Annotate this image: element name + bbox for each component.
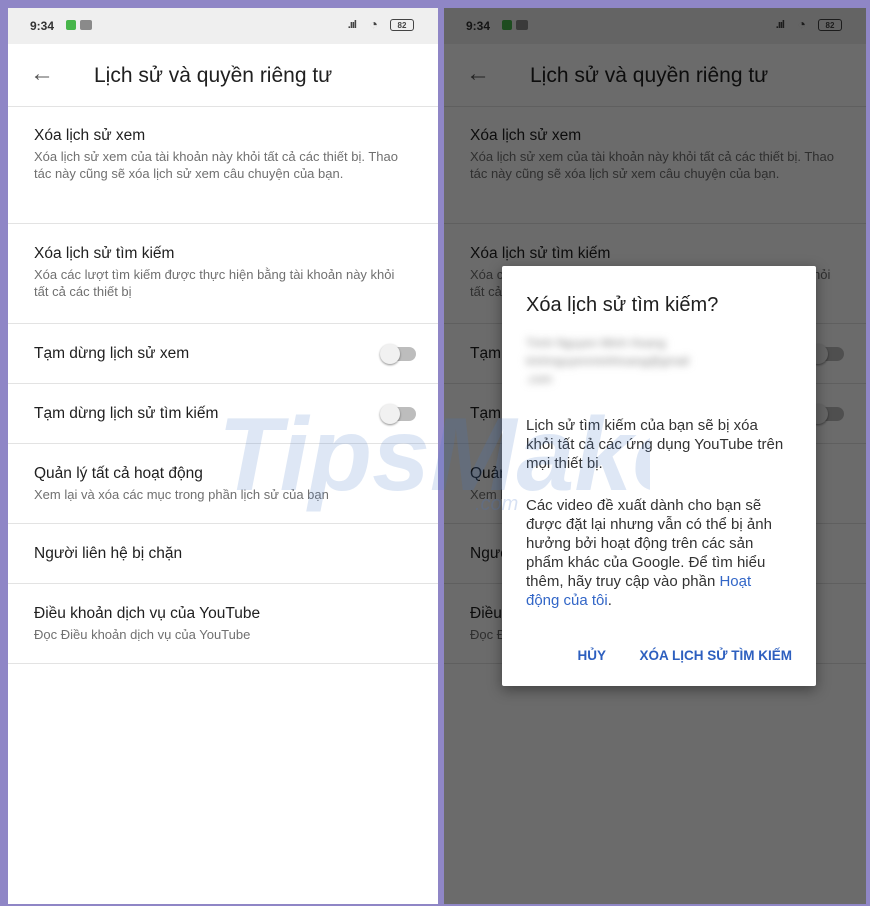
item-description: Đọc Điều khoản dịch vụ của YouTube (34, 627, 251, 642)
dialog-message-primary: Lịch sử tìm kiếm của bạn sẽ bị xóa khỏi … (526, 417, 784, 472)
item-title: Xóa lịch sử tìm kiếm (34, 245, 175, 262)
toggle-thumb (380, 404, 400, 424)
page-title: Lịch sử và quyền riêng tư (94, 64, 333, 87)
account-name: Trinh Nguyen Minh Hoang (526, 336, 666, 350)
item-title: Người liên hệ bị chặn (34, 545, 183, 562)
dialog-message-end: . (607, 592, 612, 609)
notification-icon (66, 20, 76, 30)
dialog-message-secondary: Các video đề xuất dành cho bạn sẽ được đ… (526, 496, 788, 610)
item-title: Điều khoản dịch vụ của YouTube (34, 605, 261, 622)
pause-search-history-toggle[interactable] (380, 404, 416, 424)
settings-screen-with-dialog: 9:34 .ııl ◔ 82 ← Lịch sử và quyền riêng … (444, 8, 866, 904)
dialog-title: Xóa lịch sử tìm kiếm? (526, 294, 719, 316)
status-time: 9:34 (30, 19, 55, 33)
battery-icon: 82 (390, 19, 414, 31)
pause-watch-history-toggle[interactable] (380, 344, 416, 364)
item-description: Xóa các lượt tìm kiếm được thực hiện bằn… (34, 267, 395, 299)
settings-list: Xóa lịch sử xem Xóa lịch sử xem của tài … (8, 106, 438, 664)
item-description: Xóa lịch sử xem của tài khoản này khỏi t… (34, 149, 398, 181)
settings-screen: 9:34 .ııl ◔ 82 ← Lịch sử và quyền riêng … (8, 8, 438, 904)
toggle-thumb (380, 344, 400, 364)
status-bar: 9:34 .ııl ◔ 82 (8, 8, 438, 44)
item-title: Xóa lịch sử xem (34, 127, 146, 144)
clear-search-history-dialog: Xóa lịch sử tìm kiếm? Trinh Nguyen Minh … (502, 266, 816, 686)
item-title: Quản lý tất cả hoạt động (34, 465, 203, 482)
clear-search-history-item[interactable]: Xóa lịch sử tìm kiếm Xóa các lượt tìm ki… (8, 224, 438, 324)
clear-watch-history-item[interactable]: Xóa lịch sử xem Xóa lịch sử xem của tài … (8, 106, 438, 224)
app-bar: ← Lịch sử và quyền riêng tư (8, 44, 438, 107)
pause-watch-history-item[interactable]: Tạm dừng lịch sử xem (8, 324, 438, 384)
blurred-account-info: Trinh Nguyen Minh Hoang trinhnguyenminhh… (526, 334, 786, 396)
back-arrow-icon[interactable]: ← (30, 60, 54, 88)
confirm-clear-button[interactable]: XÓA LỊCH SỬ TÌM KIẾM (640, 648, 792, 663)
cancel-button[interactable]: HỦY (578, 648, 606, 663)
item-title: Tạm dừng lịch sử tìm kiếm (34, 405, 219, 422)
blocked-contacts-item[interactable]: Người liên hệ bị chặn (8, 524, 438, 584)
manage-all-activity-item[interactable]: Quản lý tất cả hoạt động Xem lại và xóa … (8, 444, 438, 524)
dialog-actions: HỦY XÓA LỊCH SỬ TÌM KIẾM (548, 648, 792, 663)
account-email-suffix: .com (526, 372, 553, 386)
account-email: trinhnguyenminhhoang@gmail (526, 354, 689, 368)
item-description: Xem lại và xóa các mục trong phần lịch s… (34, 487, 329, 502)
message-icon (80, 20, 92, 30)
item-title: Tạm dừng lịch sử xem (34, 345, 190, 362)
pause-search-history-item[interactable]: Tạm dừng lịch sử tìm kiếm (8, 384, 438, 444)
signal-icon: .ııl (347, 19, 357, 31)
wifi-icon: ◔ (369, 16, 378, 32)
youtube-terms-item[interactable]: Điều khoản dịch vụ của YouTube Đọc Điều … (8, 584, 438, 664)
